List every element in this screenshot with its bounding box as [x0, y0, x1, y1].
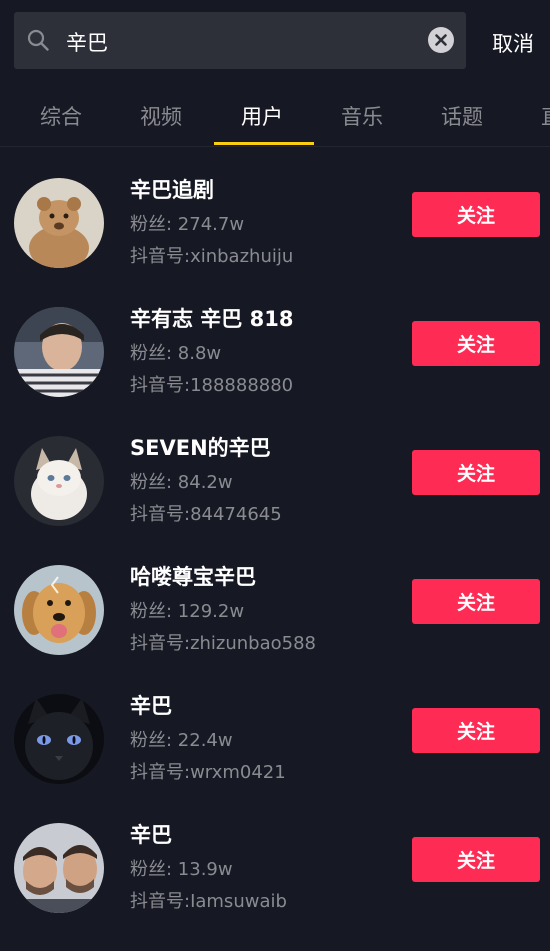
user-list-item[interactable]: 辛巴追剧 粉丝: 274.7w 抖音号:xinbazhuiju 关注 [0, 178, 550, 306]
user-list-item[interactable]: 辛有志 辛巴 818 粉丝: 8.8w 抖音号:188888880 关注 [0, 307, 550, 435]
tab-live[interactable]: 直 [541, 101, 550, 131]
golden-retriever-avatar[interactable] [14, 565, 104, 655]
tab-topics[interactable]: 话题 [441, 101, 483, 131]
user-name: 辛巴追剧 [130, 178, 214, 202]
cancel-button[interactable]: 取消 [492, 28, 534, 58]
black-cat-avatar[interactable] [14, 694, 104, 784]
user-name: 辛巴 [130, 694, 172, 718]
lion-cub-avatar[interactable] [14, 178, 104, 268]
two-men-avatar[interactable] [14, 823, 104, 913]
active-tab-indicator [214, 142, 314, 145]
user-fans-count: 粉丝: 129.2w [130, 601, 245, 622]
user-douyin-id: 抖音号:xinbazhuiju [130, 246, 294, 267]
user-list-item[interactable]: 辛巴 粉丝: 22.4w 抖音号:wrxm0421 关注 [0, 694, 550, 822]
user-douyin-id: 抖音号:wrxm0421 [130, 762, 286, 783]
user-douyin-id: 抖音号:84474645 [130, 504, 282, 525]
user-fans-count: 粉丝: 8.8w [130, 343, 222, 364]
user-list-item[interactable]: 哈喽尊宝辛巴 粉丝: 129.2w 抖音号:zhizunbao588 关注 [0, 565, 550, 693]
search-icon [27, 29, 49, 51]
clear-icon[interactable] [428, 27, 454, 53]
tab-music[interactable]: 音乐 [341, 101, 383, 131]
user-name: SEVEN的辛巴 [130, 436, 271, 460]
follow-button[interactable]: 关注 [412, 321, 540, 366]
follow-button[interactable]: 关注 [412, 579, 540, 624]
search-tabs: 综合 视频 用户 音乐 话题 直 [0, 86, 550, 146]
user-name: 辛有志 辛巴 818 [130, 307, 294, 331]
follow-button[interactable]: 关注 [412, 837, 540, 882]
user-fans-count: 粉丝: 274.7w [130, 214, 245, 235]
user-douyin-id: 抖音号:Iamsuwaib [130, 891, 287, 912]
user-fans-count: 粉丝: 84.2w [130, 472, 233, 493]
follow-button[interactable]: 关注 [412, 450, 540, 495]
user-fans-count: 粉丝: 22.4w [130, 730, 233, 751]
user-list-item[interactable]: 辛巴 粉丝: 13.9w 抖音号:Iamsuwaib 关注 [0, 823, 550, 951]
tabs-divider [0, 146, 550, 147]
user-name: 辛巴 [130, 823, 172, 847]
user-fans-count: 粉丝: 13.9w [130, 859, 233, 880]
tab-videos[interactable]: 视频 [140, 101, 182, 131]
follow-button[interactable]: 关注 [412, 192, 540, 237]
follow-button[interactable]: 关注 [412, 708, 540, 753]
user-douyin-id: 抖音号:188888880 [130, 375, 294, 396]
white-cat-avatar[interactable] [14, 436, 104, 526]
man-portrait-avatar[interactable] [14, 307, 104, 397]
tab-comprehensive[interactable]: 综合 [40, 101, 82, 131]
user-douyin-id: 抖音号:zhizunbao588 [130, 633, 317, 654]
tab-users[interactable]: 用户 [241, 101, 283, 131]
user-list-item[interactable]: SEVEN的辛巴 粉丝: 84.2w 抖音号:84474645 关注 [0, 436, 550, 564]
search-input[interactable] [66, 29, 406, 55]
user-name: 哈喽尊宝辛巴 [130, 565, 256, 589]
